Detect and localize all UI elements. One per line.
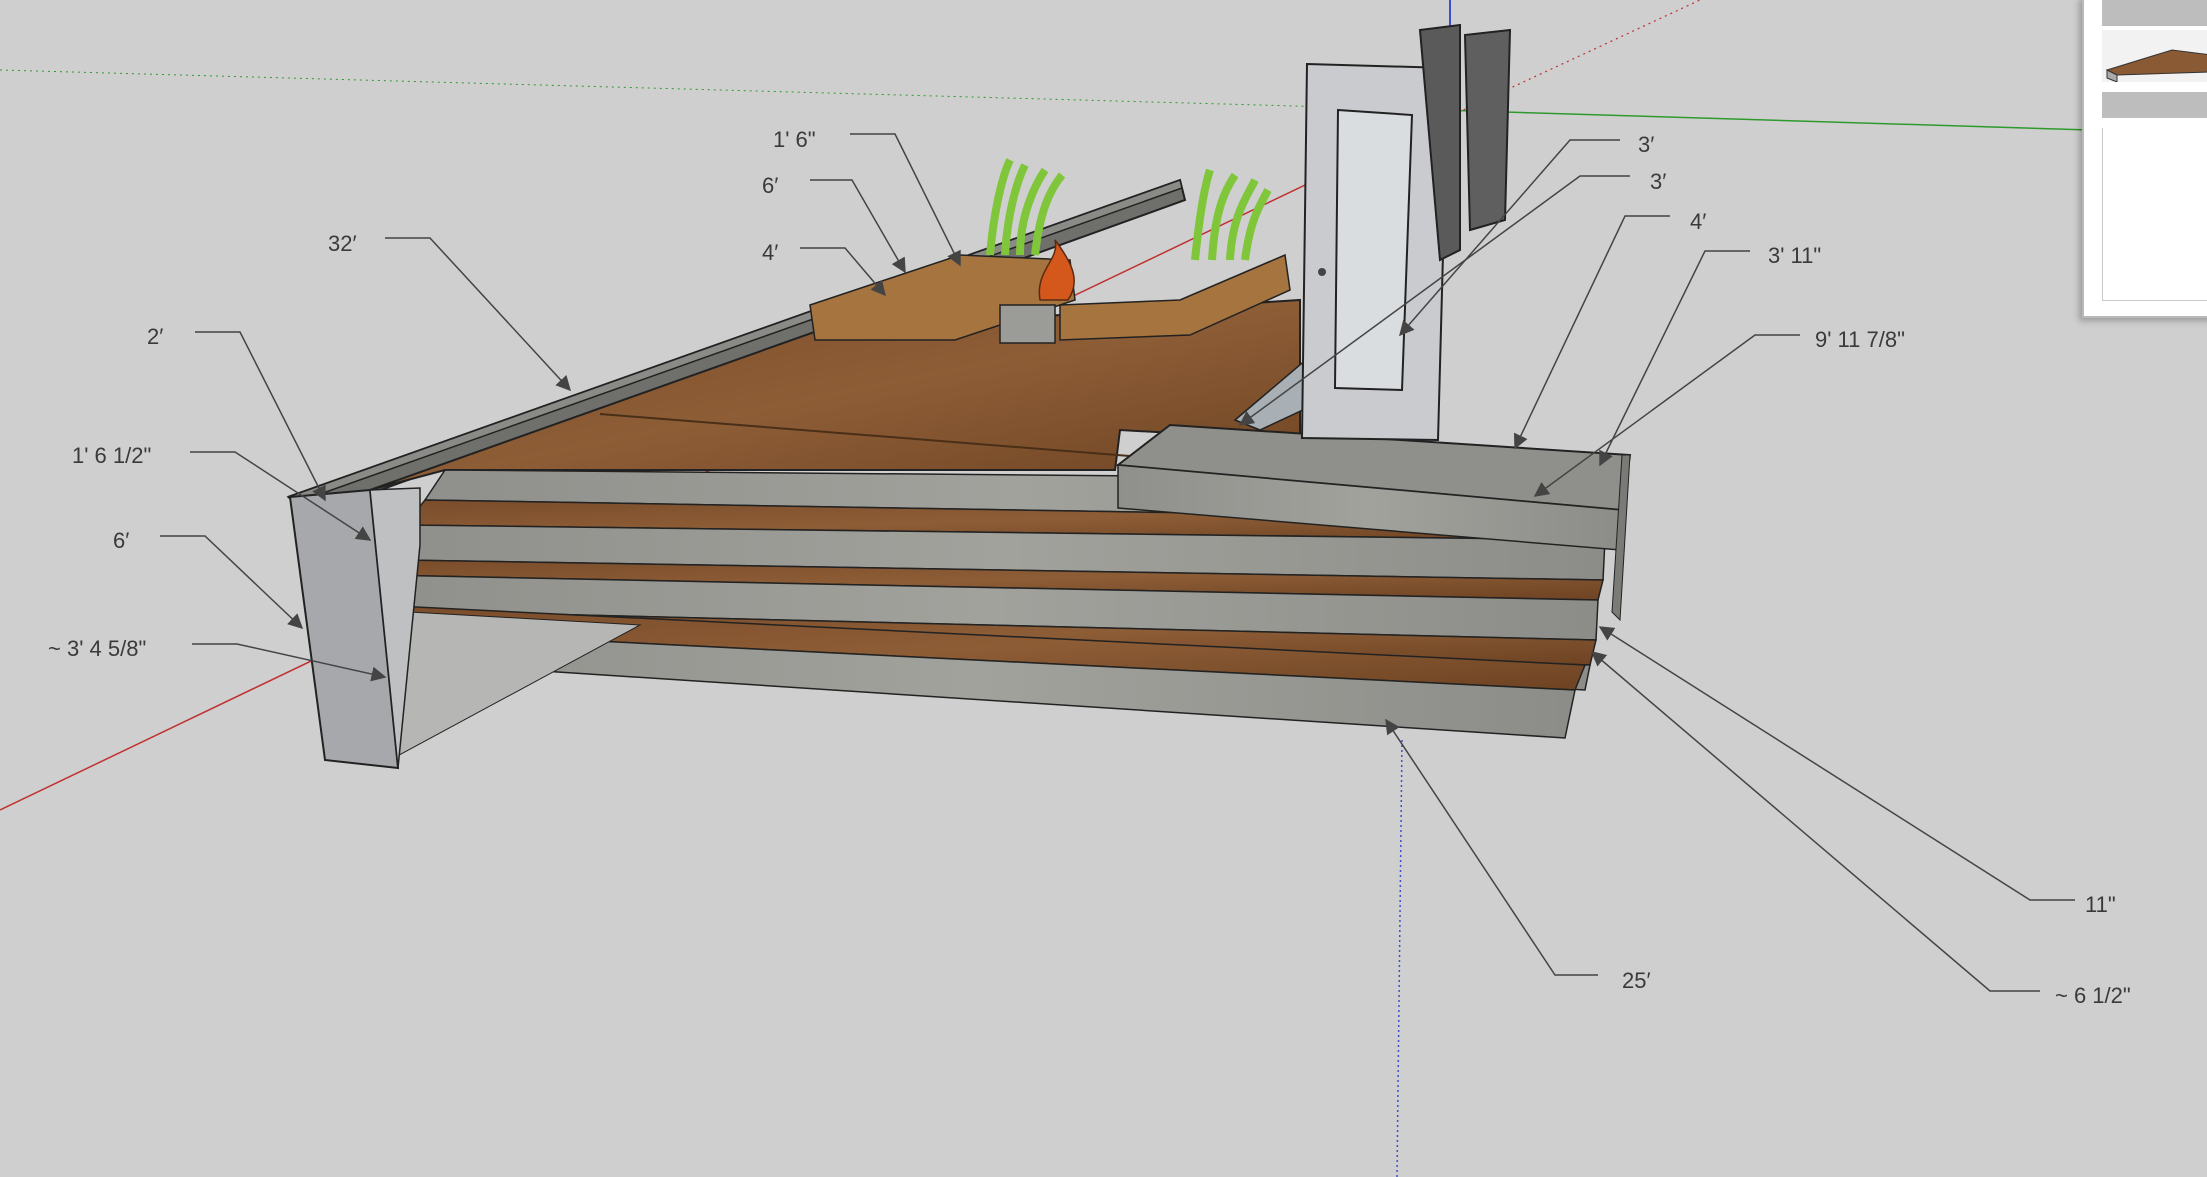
leader-1ft6in	[850, 133, 961, 267]
under-deck-shadow	[374, 609, 642, 761]
leader-6ft-top	[810, 179, 906, 274]
axis-green-dotted-line	[0, 69, 1441, 111]
dim-3ft-a: 3′	[1638, 132, 1654, 157]
dim-11in: 11"	[2085, 892, 2116, 917]
leader-4ft-right	[1514, 215, 1670, 450]
door-glass[interactable]	[1333, 108, 1414, 392]
leader-6-5in	[1590, 651, 2040, 992]
leader-32ft	[385, 237, 572, 392]
dim-3ft-b: 3′	[1650, 169, 1666, 194]
scenes-panel-body	[2102, 128, 2207, 301]
door-handle-icon[interactable]	[1318, 268, 1326, 276]
leader-3ft11	[1599, 250, 1750, 467]
dim-6-5in: ~ 6 1/2"	[2055, 983, 2131, 1008]
dim-4ft-right: 4′	[1690, 209, 1706, 234]
scene-thumbnail[interactable]	[2102, 30, 2207, 83]
dim-32ft: 32′	[328, 231, 357, 256]
dim-1ft6-5in: 1' 6 1/2"	[72, 443, 151, 468]
grass-planter-icon	[1191, 168, 1272, 261]
dim-9ft11: 9' 11 7/8"	[1815, 327, 1905, 352]
dim-3ft11: 3' 11"	[1768, 243, 1821, 268]
leader-6ft-left	[160, 535, 304, 630]
axis-green-line	[1439, 109, 2091, 131]
dim-1ft6in: 1' 6"	[773, 127, 816, 152]
deck-model-scene[interactable]: 32′ 2′ 1' 6 1/2" 6′ ~ 3' 4 5/8" 1' 6" 6′…	[0, 0, 2207, 1177]
dim-3ft4: ~ 3' 4 5/8"	[48, 636, 146, 661]
leader-2ft	[195, 331, 326, 502]
dim-2ft: 2′	[147, 324, 163, 349]
scenes-panel[interactable]	[2082, 0, 2207, 318]
leader-25ft	[1385, 718, 1598, 976]
dim-4ft-top: 4′	[762, 240, 778, 265]
dim-6ft-left: 6′	[113, 528, 129, 553]
model-viewport[interactable]: 32′ 2′ 1' 6 1/2" 6′ ~ 3' 4 5/8" 1' 6" 6′…	[0, 0, 2207, 1177]
dim-25ft: 25′	[1622, 968, 1651, 993]
leader-11in	[1598, 626, 2075, 901]
back-window-2[interactable]	[1463, 28, 1512, 232]
axis-blue-line	[1396, 739, 1403, 1177]
scenes-panel-header[interactable]	[2102, 0, 2207, 26]
scenes-panel-divider	[2102, 92, 2207, 118]
dim-6ft-top: 6′	[762, 173, 778, 198]
fire-pit-base[interactable]	[999, 304, 1056, 344]
